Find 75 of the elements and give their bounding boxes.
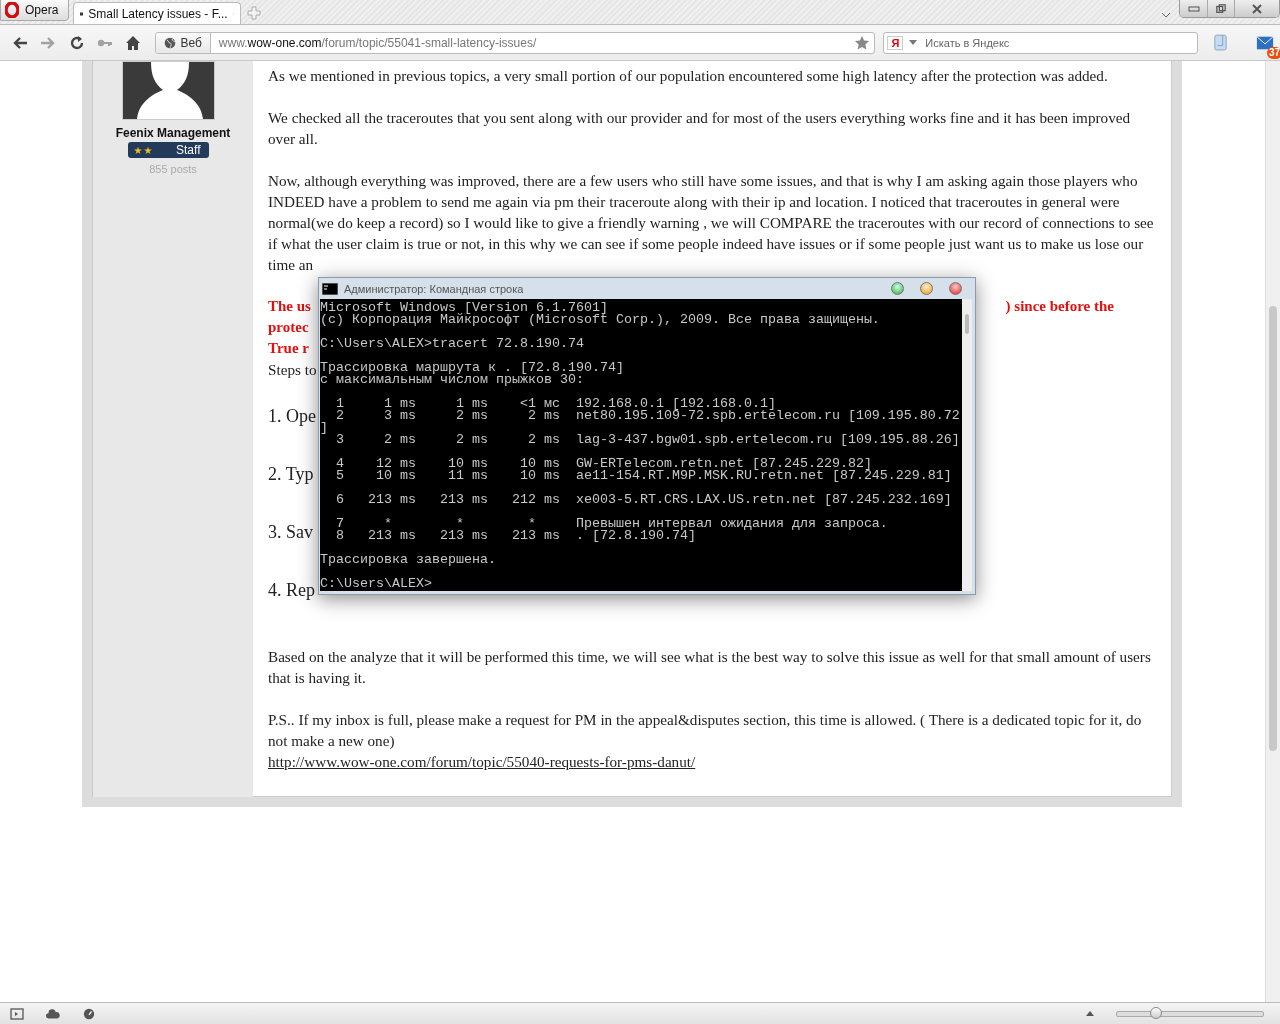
back-arrow-icon	[12, 34, 29, 51]
home-icon	[125, 34, 142, 51]
close-window-button[interactable]	[1234, 0, 1279, 17]
badge-label: Веб	[180, 35, 202, 50]
post-paragraph: We checked all the traceroutes that you sent along with our provider and for most of the users everything works fine and it has been improved over all.	[268, 108, 1132, 149]
console-line: 6 213 ms 213 ms 212 ms xe003-5.RT.CRS.LAX.US.retn.net [87.245.232.169]	[335, 494, 953, 506]
topic-link[interactable]: http://www.wow-one.com/forum/topic/55040-requests-for-pms-danut/	[268, 751, 696, 772]
scrollbar-thumb[interactable]	[965, 314, 969, 334]
panel-toggle-icon[interactable]	[10, 1007, 24, 1020]
console-line: C:\Users\ALEX>tracert 72.8.190.74	[320, 338, 585, 350]
console-line: 4 12 ms 10 ms 10 ms GW-ERTelecom.retn.net [87.245.229.82]	[335, 458, 872, 470]
console-line: Трассировка маршрута к . [72.8.190.74]	[320, 362, 625, 374]
tab-title: Small Latency issues - F...	[88, 6, 228, 21]
console-line: 3 2 ms 2 ms 2 ms lag-3-437.bgw01.spb.ertelecom.ru [109.195.88.26]	[335, 434, 961, 446]
maximize-button[interactable]	[891, 282, 904, 295]
console-line: 2 3 ms 2 ms 2 ms net80.195.109-72.spb.ertelecom.ru [109.195.80.72	[335, 410, 961, 422]
rank-title: Staff	[176, 143, 201, 157]
address-field[interactable]: Веб www.wow-one.com/forum/topic/55041-small-latency-issues/	[155, 31, 876, 54]
console-icon	[322, 282, 338, 295]
browser-tab[interactable]: Small Latency issues - F...	[73, 2, 242, 24]
post-paragraph: P.S.. If my inbox is full, please make a request for PM in the appeal&disputes section, this time is allowed. ( There is a dedicated topic for it, do not make a new one)	[268, 710, 1143, 751]
close-button[interactable]	[949, 282, 962, 295]
step-text: 1. Ope	[268, 406, 316, 426]
opera-logo-icon	[5, 2, 19, 18]
caret-up-icon[interactable]	[1086, 1011, 1094, 1016]
forward-arrow-icon	[40, 34, 57, 51]
url-text: www.wow-one.com/forum/topic/55041-small-latency-issues/	[217, 35, 538, 50]
warning-text: ) since before the	[1005, 297, 1114, 316]
console-line: 7 * * * Превышен интервал ожидания для запроса.	[335, 518, 889, 530]
post-paragraph: Now, although everything was improved, there are a few users who still have some issues, and that is why I am asking again those players who INDEED have a problem to send me again via pm their traceroute along with their ip and location. I noticed that traceroutes in general were normal(we do keep a record) so I would like to give a friendly warning , we will COMPARE the traceroutes with our record of connections to see if what the user claim is true or not, in this why we can see if some people indeed have issues or if some people just want us to make us lose our time an	[268, 171, 1155, 275]
tab-list-icon[interactable]	[1161, 12, 1171, 18]
opera-menu-button[interactable]: Opera	[0, 0, 70, 21]
caret-icon[interactable]	[909, 40, 918, 45]
post-paragraph: As we mentioned in previous topics, a very small portion of our population encountered some high latency after the protection was added.	[268, 66, 1109, 86]
console-line: 8 213 ms 213 ms 213 ms . [72.8.190.74]	[335, 530, 696, 542]
step-text: 2. Typ	[268, 464, 314, 484]
minimize-button[interactable]	[920, 282, 933, 295]
window-title: Администратор: Командная строка	[344, 282, 524, 295]
site-info-badge[interactable]: Веб	[156, 32, 211, 53]
zoom-slider[interactable]	[1116, 1010, 1264, 1017]
cloud-icon[interactable]	[46, 1007, 60, 1020]
globe-icon	[164, 36, 177, 49]
console-line: (c) Корпорация Майкрософт (Microsoft Corp.), 2009. Все права защищены.	[320, 314, 881, 326]
warning-text: The us	[268, 297, 311, 316]
warning-text: protec	[268, 318, 309, 337]
post-paragraph: Based on the analyze that it will be performed this time, we will see what is the best way to solve this issue as well for that small amount of users that is having it.	[268, 647, 1152, 688]
post-text: Steps to	[268, 361, 317, 378]
reload-icon	[68, 34, 85, 51]
console-line: ]	[320, 422, 329, 434]
search-engine-logo[interactable]: Я	[887, 35, 904, 50]
warning-text: True r	[268, 339, 309, 358]
console-line: 1 1 ms 1 ms <1 мс 192.168.0.1 [192.168.0.1]	[335, 398, 776, 410]
bookmark-star-icon[interactable]	[854, 34, 871, 51]
console-line: Microsoft Windows [Version 6.1.7601]	[320, 302, 609, 314]
minimize-button[interactable]	[1180, 0, 1207, 17]
step-text: 3. Sav	[268, 522, 313, 542]
rank-stars: ★★	[133, 144, 154, 156]
scrollbar[interactable]	[1265, 61, 1280, 1002]
zoom-slider-thumb[interactable]	[1150, 1006, 1163, 1019]
restore-icon	[1215, 3, 1227, 14]
post-count: 855 posts	[149, 163, 197, 175]
console-scrollbar[interactable]	[962, 299, 972, 591]
console-line: с максимальным числом прыжков 30:	[320, 374, 584, 386]
document-icon[interactable]	[1214, 33, 1230, 52]
console-line: Трассировка завершена.	[320, 554, 497, 566]
console-line: 5 10 ms 11 ms 10 ms ae11-154.RT.M9P.MSK.RU.retn.net [87.245.229.81]	[335, 470, 953, 482]
scrollbar-thumb[interactable]	[1269, 306, 1277, 751]
author-name[interactable]: Feenix Management	[115, 126, 231, 140]
search-field[interactable]: Я Искать в Яндекс	[883, 31, 1199, 54]
new-tab-icon[interactable]	[247, 6, 262, 20]
speedometer-icon[interactable]	[82, 1007, 96, 1020]
console-line: C:\Users\ALEX>	[320, 578, 433, 590]
minimize-icon	[1187, 3, 1200, 14]
restore-button[interactable]	[1207, 0, 1234, 17]
step-text: 4. Rep	[268, 580, 315, 600]
